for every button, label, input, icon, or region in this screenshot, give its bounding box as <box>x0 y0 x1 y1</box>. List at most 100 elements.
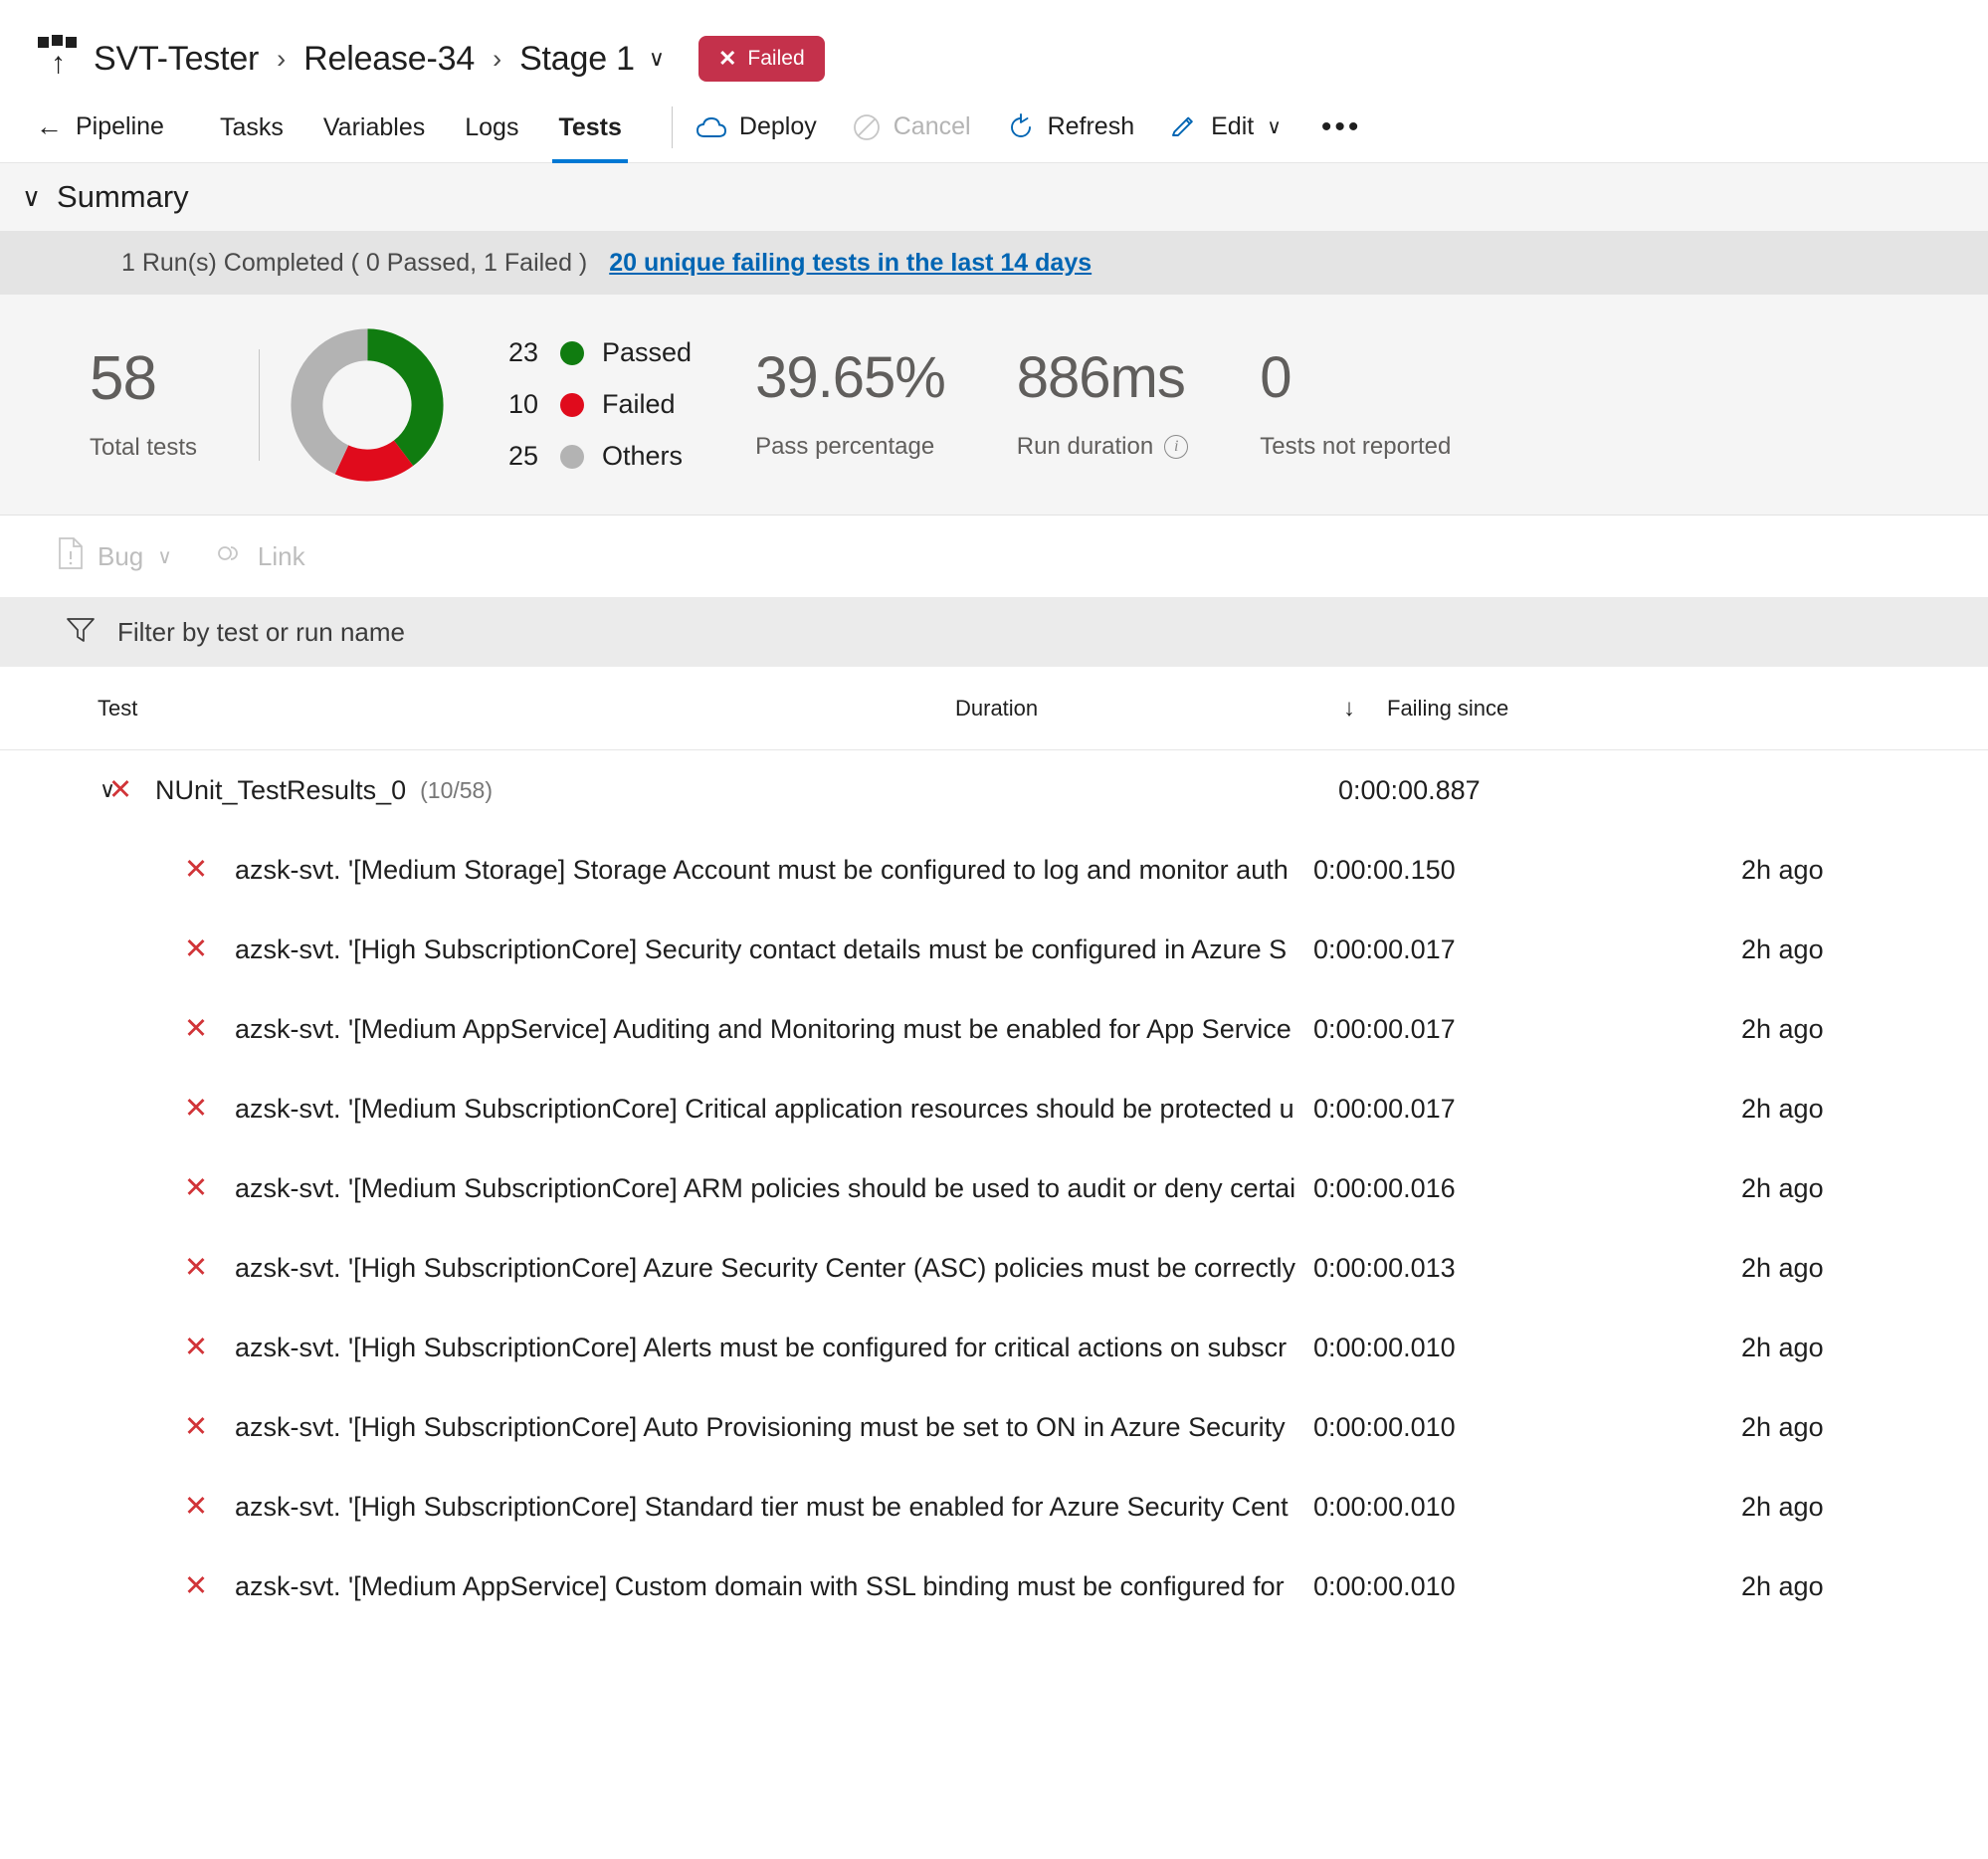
results-table-header: Test Duration ↓ Failing since <box>0 667 1988 750</box>
test-duration: 0:00:00.017 <box>1313 934 1741 965</box>
table-row[interactable]: ✕azsk-svt. '[High SubscriptionCore] Stan… <box>0 1467 1988 1547</box>
column-header-duration[interactable]: Duration <box>955 696 1343 722</box>
more-options-button[interactable]: ••• <box>1321 110 1362 144</box>
test-name-cell: ✕azsk-svt. '[High SubscriptionCore] Aler… <box>0 1333 1313 1363</box>
legend-count-passed: 23 <box>483 337 538 368</box>
summary-section-header[interactable]: ∨ Summary <box>0 163 1988 231</box>
pass-percentage-value: 39.65% <box>755 349 945 407</box>
edit-button[interactable]: Edit ∨ <box>1170 112 1282 141</box>
filter-bar[interactable]: Filter by test or run name <box>0 597 1988 667</box>
test-duration: 0:00:00.013 <box>1313 1253 1741 1284</box>
test-name: azsk-svt. '[Medium SubscriptionCore] Cri… <box>235 1094 1294 1125</box>
failing-tests-link[interactable]: 20 unique failing tests in the last 14 d… <box>609 249 1092 278</box>
filter-input[interactable]: Filter by test or run name <box>117 617 405 648</box>
test-name: azsk-svt. '[High SubscriptionCore] Stand… <box>235 1492 1289 1523</box>
expand-chevron-icon[interactable]: ∨ <box>0 777 99 803</box>
test-name-cell: ✕azsk-svt. '[Medium SubscriptionCore] AR… <box>0 1173 1313 1204</box>
test-failing-since: 2h ago <box>1741 1412 1824 1443</box>
table-row[interactable]: ✕azsk-svt. '[Medium SubscriptionCore] AR… <box>0 1148 1988 1228</box>
link-icon <box>212 540 244 573</box>
chevron-down-icon[interactable]: ∨ <box>649 46 665 72</box>
table-row[interactable]: ✕azsk-svt. '[Medium AppService] Custom d… <box>0 1547 1988 1626</box>
refresh-button[interactable]: Refresh <box>1007 112 1135 141</box>
legend-label-others: Others <box>602 441 683 472</box>
table-row[interactable]: ✕azsk-svt. '[Medium Storage] Storage Acc… <box>0 830 1988 910</box>
column-header-test[interactable]: Test <box>0 696 955 722</box>
test-name: azsk-svt. '[Medium AppService] Custom do… <box>235 1571 1285 1602</box>
failed-x-icon: ✕ <box>175 1015 217 1044</box>
breadcrumb-item-project[interactable]: SVT-Tester <box>94 40 259 79</box>
test-failing-since: 2h ago <box>1741 1333 1824 1363</box>
legend-count-failed: 10 <box>483 389 538 420</box>
test-failing-since: 2h ago <box>1741 1571 1824 1602</box>
back-to-pipeline-link[interactable]: ← Pipeline <box>36 111 164 142</box>
test-failing-since: 2h ago <box>1741 934 1824 965</box>
summary-title: Summary <box>57 179 189 215</box>
test-group-count: (10/58) <box>420 777 493 804</box>
test-group-row[interactable]: ∨ ✕ NUnit_TestResults_0 (10/58) 0:00:00.… <box>0 750 1988 830</box>
chevron-down-icon[interactable]: ∨ <box>22 182 41 213</box>
table-row[interactable]: ✕ azsk-svt. '[Medium SubscriptionCore] Cr… <box>0 1069 1988 1148</box>
table-row[interactable]: ✕azsk-svt. '[High SubscriptionCore] Azur… <box>0 1228 1988 1308</box>
legend-count-others: 25 <box>483 441 538 472</box>
table-row[interactable]: ✕azsk-svt. '[High SubscriptionCore] Aler… <box>0 1308 1988 1387</box>
test-failing-since: 2h ago <box>1741 1173 1824 1204</box>
info-icon[interactable]: i <box>1164 435 1188 459</box>
tab-logs[interactable]: Logs <box>445 92 538 163</box>
refresh-label: Refresh <box>1048 112 1135 141</box>
test-name: azsk-svt. '[High SubscriptionCore] Azure… <box>235 1253 1295 1284</box>
cancel-icon <box>853 113 881 141</box>
test-failing-since: 2h ago <box>1741 1492 1824 1523</box>
breadcrumb-item-stage[interactable]: Stage 1 <box>519 40 635 79</box>
donut-legend: 23 Passed 10 Failed 25 Others <box>483 327 692 483</box>
sort-descending-icon[interactable]: ↓ <box>1343 695 1387 723</box>
test-name-cell: ✕azsk-svt. '[Medium AppService] Custom d… <box>0 1571 1313 1602</box>
status-badge-label: Failed <box>747 47 804 71</box>
link-button: Link <box>212 540 305 573</box>
test-outcome-donut-chart <box>288 325 447 485</box>
cloud-icon <box>696 116 726 138</box>
test-duration: 0:00:00.010 <box>1313 1333 1741 1363</box>
table-row[interactable]: ✕azsk-svt. '[High SubscriptionCore] Auto… <box>0 1387 1988 1467</box>
chevron-down-icon: ∨ <box>157 544 172 569</box>
close-icon: ✕ <box>718 46 736 72</box>
legend-dot-failed <box>560 393 584 417</box>
summary-stats: 58 Total tests 23 Passed 10 Failed 25 Ot… <box>0 295 1988 516</box>
test-name-cell: ✕azsk-svt. '[High SubscriptionCore] Secu… <box>0 934 1313 965</box>
test-duration: 0:00:00.010 <box>1313 1571 1741 1602</box>
chevron-down-icon[interactable]: ∨ <box>1267 114 1282 139</box>
test-group-name: NUnit_TestResults_0 <box>155 775 406 806</box>
test-name-cell: ✕azsk-svt. '[High SubscriptionCore] Auto… <box>0 1412 1313 1443</box>
test-duration: 0:00:00.017 <box>1313 1014 1741 1045</box>
legend-label-failed: Failed <box>602 389 676 420</box>
test-failing-since: 2h ago <box>1741 1253 1824 1284</box>
tab-variables[interactable]: Variables <box>303 92 445 163</box>
run-duration-stat: 886ms Run duration i <box>1017 349 1188 461</box>
test-name: azsk-svt. '[High SubscriptionCore] Auto … <box>235 1412 1286 1443</box>
tests-not-reported-label: Tests not reported <box>1260 433 1451 461</box>
tab-tests[interactable]: Tests <box>538 92 641 163</box>
table-row[interactable]: ✕azsk-svt. '[High SubscriptionCore] Secu… <box>0 910 1988 989</box>
tab-tasks[interactable]: Tasks <box>200 92 303 163</box>
test-name-cell: ✕azsk-svt. '[Medium AppService] Auditing… <box>0 1014 1313 1045</box>
table-row[interactable]: ✕azsk-svt. '[Medium AppService] Auditing… <box>0 989 1988 1069</box>
test-actions-bar: Bug ∨ Link <box>0 516 1988 597</box>
donut-slice-others <box>306 344 427 465</box>
failed-x-icon: ✕ <box>175 1095 217 1124</box>
deploy-label: Deploy <box>739 112 817 141</box>
tests-not-reported-stat: 0 Tests not reported <box>1260 349 1451 461</box>
column-header-failing-since[interactable]: Failing since <box>1387 696 1988 722</box>
breadcrumb-item-release[interactable]: Release-34 <box>303 40 475 79</box>
test-name: azsk-svt. '[Medium SubscriptionCore] ARM… <box>235 1173 1295 1204</box>
total-tests-stat: 58 Total tests <box>90 348 259 462</box>
test-group-duration: 0:00:00.887 <box>1338 775 1988 806</box>
total-tests-label: Total tests <box>90 434 259 462</box>
breadcrumb-separator: › <box>277 44 286 75</box>
bug-document-icon <box>58 537 84 576</box>
failed-x-icon: ✕ <box>175 935 217 964</box>
cancel-label: Cancel <box>894 112 971 141</box>
deploy-button[interactable]: Deploy <box>696 112 817 141</box>
test-duration: 0:00:00.010 <box>1313 1412 1741 1443</box>
test-name: azsk-svt. '[Medium Storage] Storage Acco… <box>235 855 1289 886</box>
results-table-body: ✕ azsk-svt. '[Medium Storage] Storage Acc… <box>0 830 1988 1626</box>
